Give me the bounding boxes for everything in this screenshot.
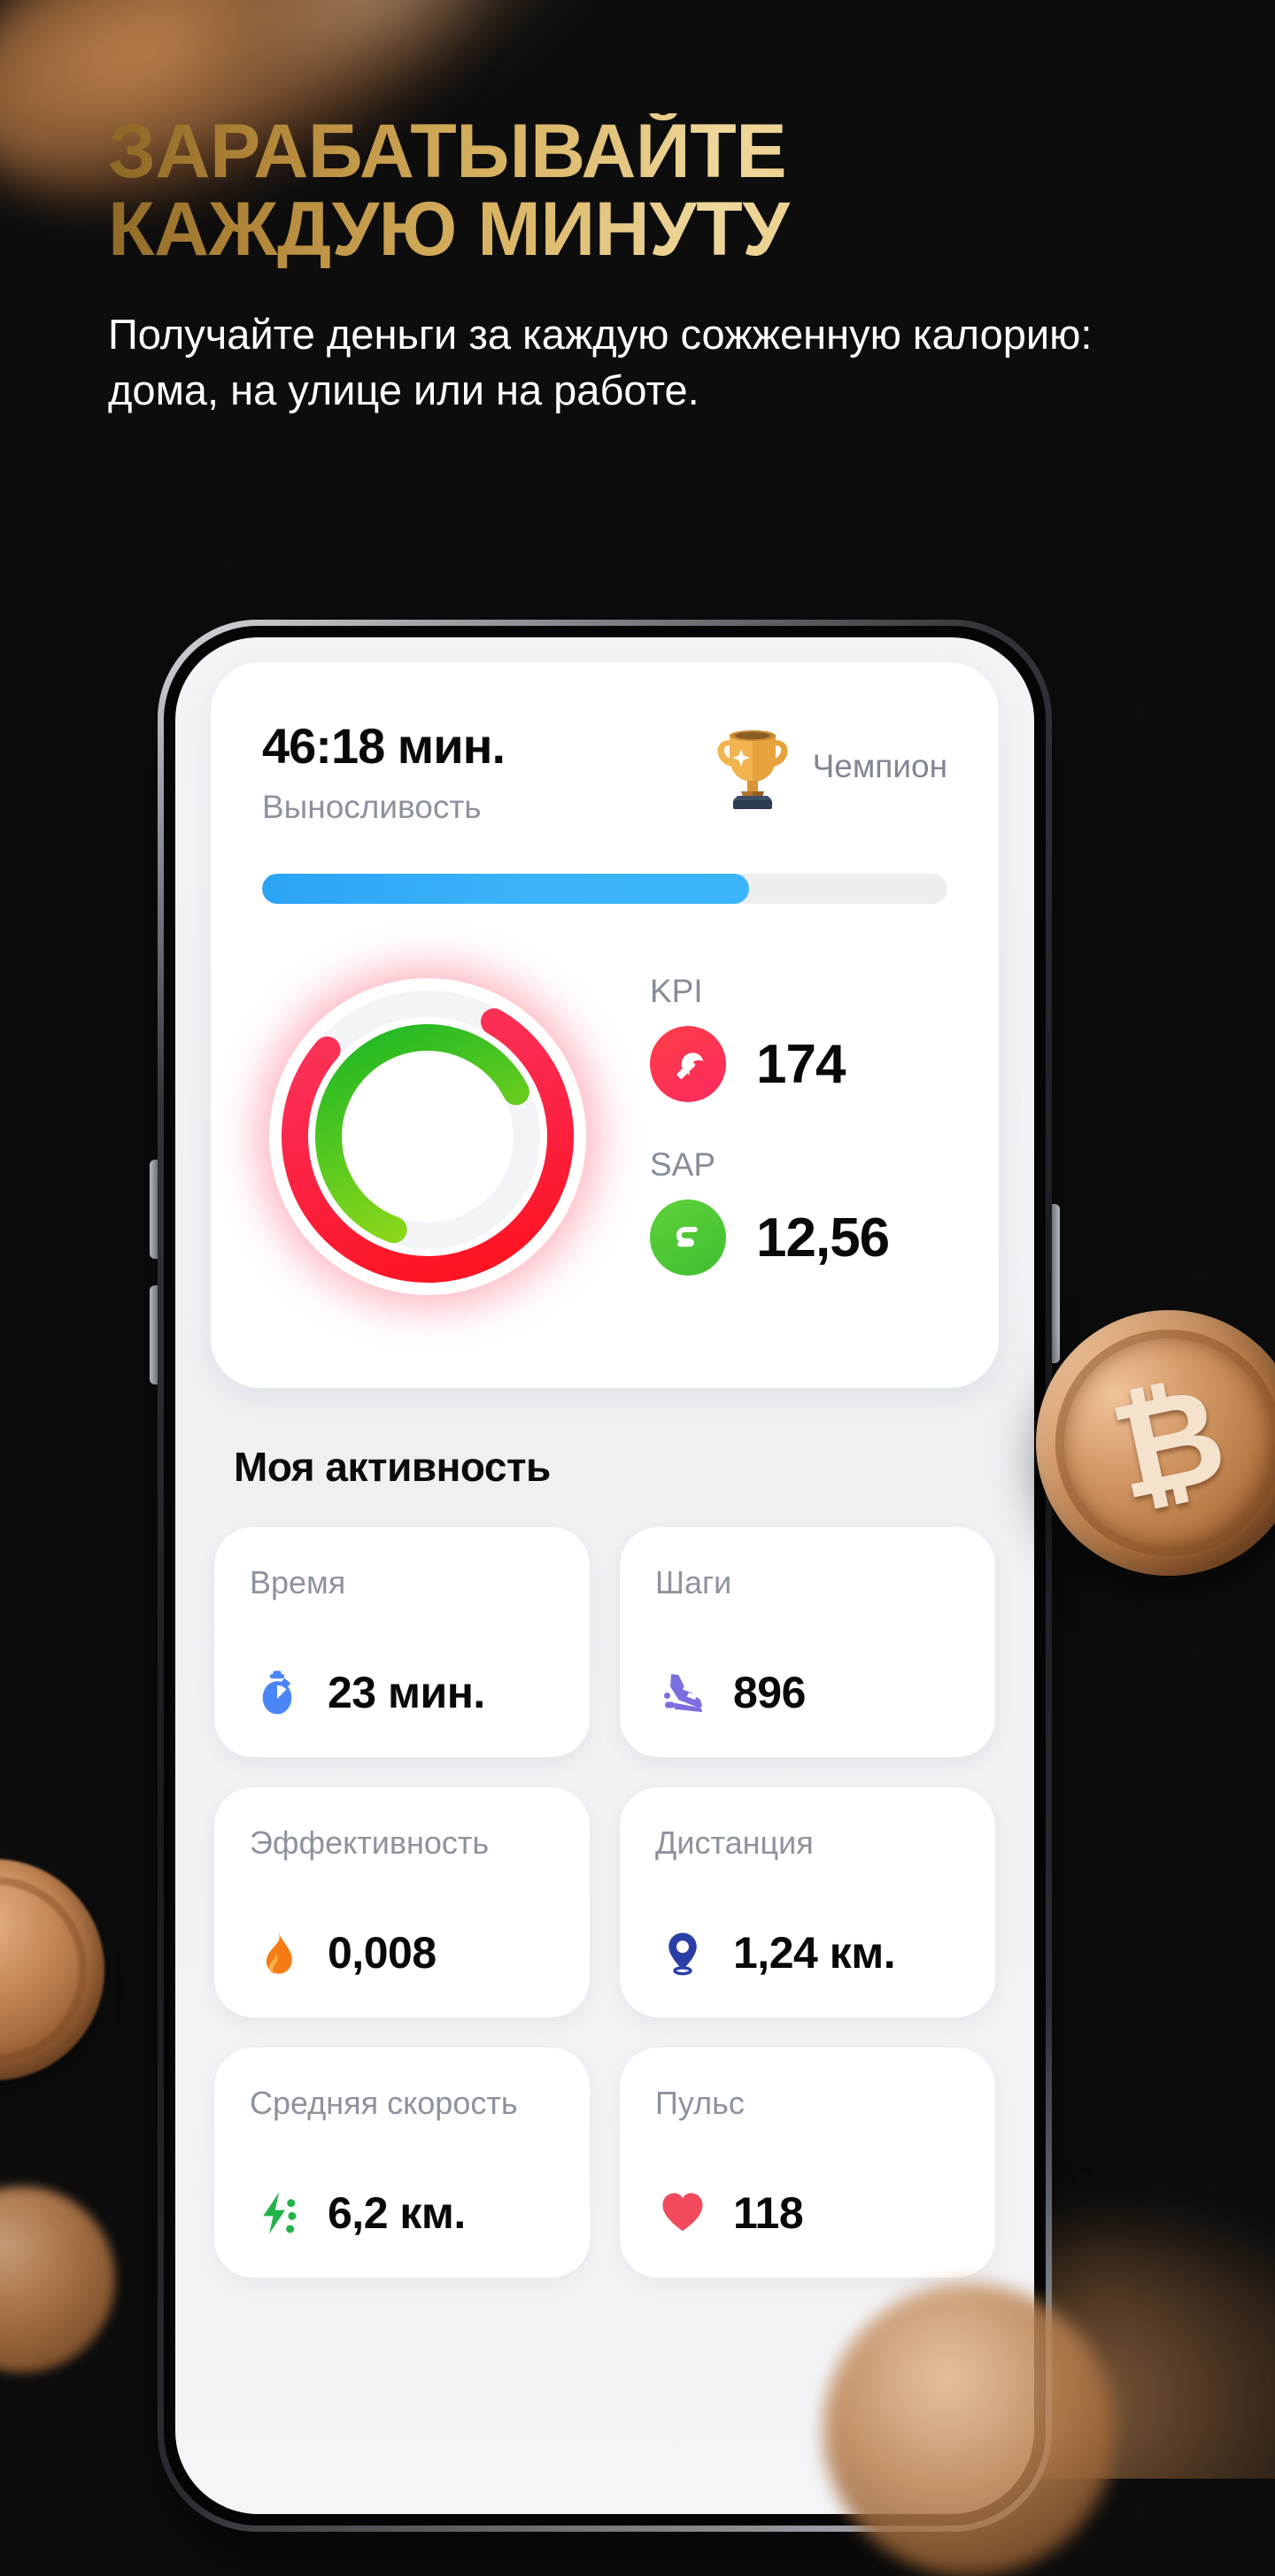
tile-row: 23 мин. [250, 1665, 554, 1720]
activity-section-title: Моя активность [234, 1444, 551, 1490]
tile-label: Средняя скорость [250, 2085, 518, 2121]
activity-tile-efficiency[interactable]: Эффективность 0,008 [214, 1787, 590, 2017]
metric-sap-label: SAP [650, 1146, 716, 1183]
running-shoe-icon [655, 1665, 710, 1720]
hero-paragraph: Получайте деньги за каждую сожженную кал… [108, 311, 1093, 413]
flame-icon [250, 1925, 305, 1980]
hero-section: ЗАРАБАТЫВАЙТЕ КАЖДУЮ МИНУТУ Получайте де… [108, 113, 1153, 418]
activity-tile-distance[interactable]: Дистанция 1,24 км. [620, 1787, 995, 2017]
tile-value: 0,008 [328, 1928, 437, 1978]
volume-down-button[interactable] [150, 1285, 158, 1384]
activity-tiles-grid: Время 23 мин. Шаги 896 Эффективность 0,0… [214, 1527, 995, 2278]
tile-row: 1,24 км. [655, 1925, 960, 1980]
tile-label: Эффективность [250, 1824, 490, 1861]
metric-sap: SAP 12,56 [650, 1146, 947, 1276]
tile-value: 6,2 км. [328, 2188, 466, 2238]
endurance-progress-fill [262, 874, 749, 904]
endurance-summary: 46:18 мин. Выносливость [262, 717, 506, 826]
activity-tile-avg-speed[interactable]: Средняя скорость 6,2 км. [214, 2048, 590, 2278]
endurance-time-value: 46:18 мин. [262, 718, 506, 774]
tile-label: Время [250, 1564, 346, 1600]
decorative-coin-bottom-right [823, 2284, 1116, 2576]
champion-badge-label: Чемпион [812, 748, 947, 784]
metric-sap-row: 12,56 [650, 1199, 947, 1276]
tile-value: 23 мин. [328, 1668, 485, 1717]
heart-icon [655, 2186, 710, 2241]
tile-label: Пульс [655, 2085, 745, 2121]
endurance-time-label: Выносливость [262, 789, 482, 825]
phone-screen: 46:18 мин. Выносливость Чемпион KPI 174 … [175, 637, 1034, 2514]
tile-row: 118 [655, 2186, 960, 2241]
activity-tile-steps[interactable]: Шаги 896 [620, 1527, 995, 1757]
endurance-card-body: KPI 174 SAP 12,56 [262, 957, 947, 1309]
endurance-card: 46:18 мин. Выносливость Чемпион KPI 174 … [211, 662, 999, 1388]
tile-row: 6,2 км. [250, 2186, 554, 2241]
tile-value: 118 [733, 2188, 804, 2238]
metric-kpi: KPI 174 [650, 973, 947, 1102]
endurance-card-header: 46:18 мин. Выносливость Чемпион [262, 717, 947, 826]
activity-tile-pulse[interactable]: Пульс 118 [620, 2048, 995, 2278]
activity-rings [255, 964, 600, 1309]
metrics-list: KPI 174 SAP 12,56 [650, 957, 947, 1276]
metric-kpi-label: KPI [650, 973, 703, 1009]
tile-row: 896 [655, 1665, 960, 1720]
volume-up-button[interactable] [150, 1160, 158, 1259]
metric-kpi-value: 174 [756, 1033, 846, 1095]
pickaxe-icon [650, 1026, 726, 1102]
map-pin-icon [655, 1925, 710, 1980]
lightning-bolt-icon [250, 2186, 305, 2241]
phone-bezel: 46:18 мин. Выносливость Чемпион KPI 174 … [164, 626, 1046, 2526]
endurance-progress-bar [262, 874, 947, 904]
s-coin-icon [650, 1199, 726, 1276]
hero-title-line-2: КАЖДУЮ МИНУТУ [108, 186, 790, 272]
stopwatch-icon [250, 1665, 305, 1720]
tile-label: Дистанция [655, 1824, 814, 1861]
activity-tile-time[interactable]: Время 23 мин. [214, 1527, 590, 1757]
tile-row: 0,008 [250, 1925, 554, 1980]
tile-value: 896 [733, 1668, 806, 1717]
metric-sap-value: 12,56 [756, 1207, 890, 1269]
tile-label: Шаги [655, 1564, 732, 1600]
phone-mockup: 46:18 мин. Выносливость Чемпион KPI 174 … [150, 620, 1060, 2532]
tile-value: 1,24 км. [733, 1928, 896, 1978]
champion-badge[interactable]: Чемпион [712, 722, 947, 811]
hero-title: ЗАРАБАТЫВАЙТЕ КАЖДУЮ МИНУТУ [108, 113, 1153, 268]
trophy-icon [717, 730, 788, 809]
metric-kpi-row: 174 [650, 1026, 947, 1102]
activity-rings-svg [282, 991, 574, 1283]
power-button[interactable] [1052, 1204, 1060, 1363]
hero-title-line-1: ЗАРАБАТЫВАЙТЕ [108, 109, 787, 194]
